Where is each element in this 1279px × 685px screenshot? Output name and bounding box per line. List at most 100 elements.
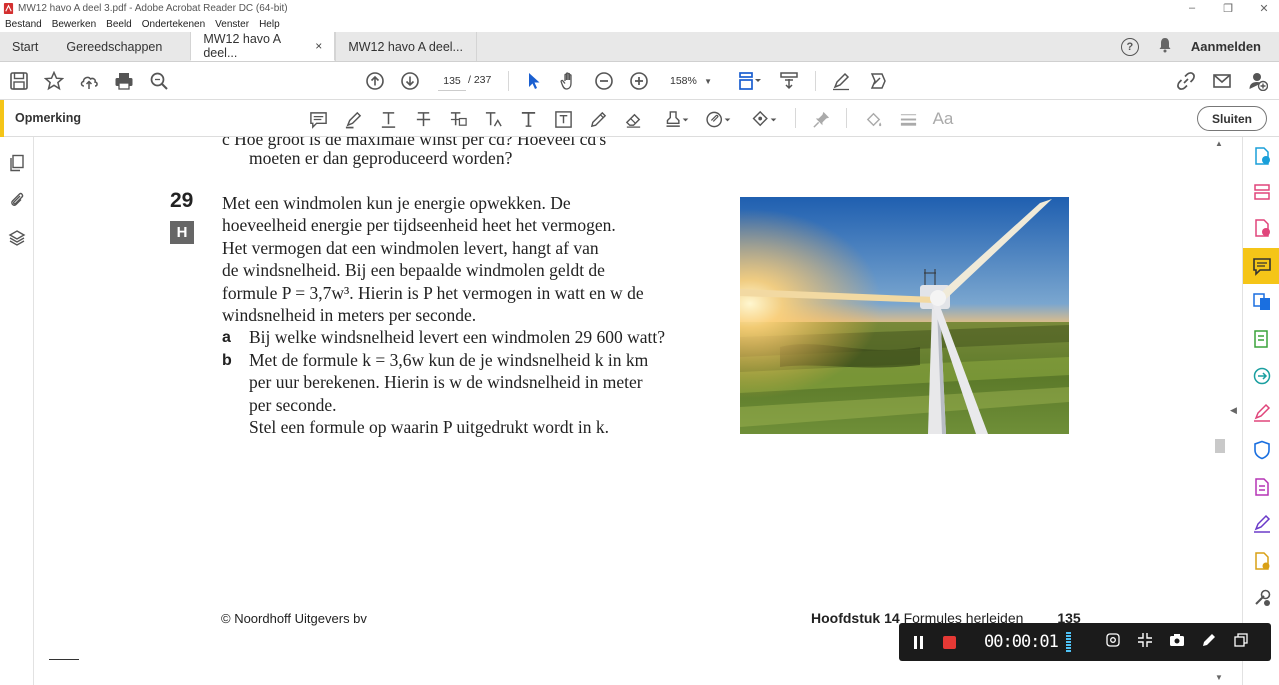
layers-icon[interactable] xyxy=(7,228,27,248)
shapes-icon[interactable] xyxy=(749,108,779,130)
fill-color-icon[interactable] xyxy=(862,108,884,130)
stamp-icon[interactable] xyxy=(661,108,691,130)
fullscreen-exit-icon[interactable] xyxy=(1137,632,1153,653)
draw-pen-icon[interactable] xyxy=(1201,632,1217,653)
menu-bar: Bestand Bewerken Beeld Ondertekenen Vens… xyxy=(0,16,1279,32)
close-window-button[interactable]: ✕ xyxy=(1257,2,1271,15)
sign-pen-icon[interactable] xyxy=(830,70,852,92)
pin-icon[interactable] xyxy=(810,108,832,130)
item-b-line-3: per seconde. xyxy=(249,395,337,415)
organize-pages-icon[interactable] xyxy=(1251,181,1273,203)
next-page-icon[interactable] xyxy=(399,70,421,92)
tab-start[interactable]: Start xyxy=(0,32,50,61)
scroll-down-icon[interactable]: ▼ xyxy=(1215,673,1223,682)
right-tools-panel xyxy=(1242,137,1279,685)
level-badge: H xyxy=(170,221,194,244)
help-icon[interactable]: ? xyxy=(1120,37,1139,56)
send-for-signature-icon[interactable] xyxy=(1251,513,1273,535)
scroll-mode-icon[interactable] xyxy=(778,70,800,92)
export-pdf-icon[interactable] xyxy=(1251,145,1273,167)
windmill-photo xyxy=(740,197,1069,434)
minimize-recorder-icon[interactable] xyxy=(1233,632,1249,653)
zoom-select[interactable]: 158% ▼ xyxy=(666,71,716,91)
attachments-paperclip-icon[interactable] xyxy=(7,190,27,210)
toolbar-divider-2 xyxy=(815,71,816,91)
search-zoom-icon[interactable] xyxy=(148,70,170,92)
item-a-text: Bij welke windsnelheid levert een windmo… xyxy=(249,327,666,347)
create-pdf-icon[interactable] xyxy=(1251,217,1273,239)
collapse-right-pane-icon[interactable]: ◀ xyxy=(1230,405,1237,416)
acrobat-icon xyxy=(2,2,14,14)
share-link-icon[interactable] xyxy=(1175,70,1197,92)
sticky-note-icon[interactable] xyxy=(307,108,329,130)
font-size-icon[interactable]: Aa xyxy=(932,108,954,130)
menu-ondertekenen[interactable]: Ondertekenen xyxy=(137,19,210,30)
combine-files-icon[interactable] xyxy=(1251,291,1273,313)
menu-bestand[interactable]: Bestand xyxy=(0,19,47,30)
intro-line-1: Met een windmolen kun je energie opwekke… xyxy=(222,193,571,213)
convert-pdf-icon[interactable] xyxy=(1251,365,1273,387)
maximize-button[interactable]: ❐ xyxy=(1221,2,1235,15)
pages-thumbnail-icon[interactable] xyxy=(7,153,27,173)
protect-shield-icon[interactable] xyxy=(1251,439,1273,461)
intro-line-3: Het vermogen dat een windmolen levert, h… xyxy=(222,238,599,258)
save-icon[interactable] xyxy=(8,70,30,92)
tab-document-2[interactable]: MW12 havo A deel... xyxy=(335,32,478,61)
tab-tools[interactable]: Gereedschappen xyxy=(50,32,190,61)
fit-page-icon[interactable] xyxy=(736,70,764,92)
scroll-up-icon[interactable]: ▲ xyxy=(1215,139,1223,148)
window-controls: – ❐ ✕ xyxy=(1185,0,1271,16)
main-toolbar: 135 / 237 158% ▼ xyxy=(0,62,1279,100)
add-text-icon[interactable] xyxy=(517,108,539,130)
previous-page-icon[interactable] xyxy=(364,70,386,92)
zoom-out-icon[interactable] xyxy=(593,70,615,92)
stop-record-icon[interactable] xyxy=(943,635,956,649)
highlight-pen-icon[interactable] xyxy=(342,108,364,130)
underline-text-icon[interactable] xyxy=(377,108,399,130)
line-weight-icon[interactable] xyxy=(897,108,919,130)
comment-toolbar-label: Opmerking xyxy=(15,111,81,125)
print-icon[interactable] xyxy=(113,70,135,92)
attach-file-icon[interactable] xyxy=(703,108,733,130)
tab-document-active[interactable]: MW12 havo A deel... × xyxy=(190,32,336,61)
add-user-icon[interactable] xyxy=(1247,70,1269,92)
bookmark-star-icon[interactable] xyxy=(43,70,65,92)
more-tools-icon[interactable] xyxy=(1251,587,1273,609)
redact-document-icon[interactable] xyxy=(1251,476,1273,498)
scroll-thumb[interactable] xyxy=(1215,439,1225,453)
fill-sign-icon[interactable] xyxy=(1251,402,1273,424)
menu-bewerken[interactable]: Bewerken xyxy=(47,19,101,30)
hand-tool-icon[interactable] xyxy=(558,70,580,92)
vertical-scrollbar[interactable]: ▲ ▼ ◀ xyxy=(1211,137,1237,685)
notification-bell-icon[interactable] xyxy=(1157,37,1173,56)
menu-venster[interactable]: Venster xyxy=(210,19,254,30)
draw-pencil-icon[interactable] xyxy=(587,108,609,130)
close-comment-button[interactable]: Sluiten xyxy=(1197,106,1267,131)
select-cursor-icon[interactable] xyxy=(523,70,545,92)
strikethrough-text-icon[interactable] xyxy=(412,108,434,130)
replace-text-icon[interactable] xyxy=(447,108,469,130)
document-view[interactable]: c Hoe groot is de maximale winst per cd?… xyxy=(35,137,1211,685)
certificates-icon[interactable] xyxy=(1251,550,1273,572)
text-box-icon[interactable] xyxy=(552,108,574,130)
send-sign-icon[interactable] xyxy=(866,70,888,92)
pause-icon[interactable] xyxy=(914,635,923,649)
minimize-button[interactable]: – xyxy=(1185,2,1199,14)
insert-text-icon[interactable] xyxy=(482,108,504,130)
camera-screenshot-icon[interactable] xyxy=(1169,632,1185,653)
email-icon[interactable] xyxy=(1211,70,1233,92)
sign-in-link[interactable]: Aanmelden xyxy=(1191,39,1261,54)
region-select-icon[interactable] xyxy=(1105,632,1121,653)
zoom-in-icon[interactable] xyxy=(628,70,650,92)
eraser-icon[interactable] xyxy=(622,108,644,130)
item-b-line-1: Met de formule k = 3,6w kun de je windsn… xyxy=(249,350,649,370)
menu-beeld[interactable]: Beeld xyxy=(101,19,137,30)
cloud-upload-icon[interactable] xyxy=(78,70,100,92)
comment-toolbar-divider-2 xyxy=(846,108,847,128)
menu-help[interactable]: Help xyxy=(254,19,285,30)
edit-pdf-icon[interactable] xyxy=(1251,328,1273,350)
intro-line-6: windsnelheid in meters per seconde. xyxy=(222,305,477,325)
comment-tool-icon[interactable] xyxy=(1251,255,1273,277)
tab-close-icon[interactable]: × xyxy=(315,39,322,53)
page-number-input[interactable]: 135 xyxy=(438,71,466,91)
